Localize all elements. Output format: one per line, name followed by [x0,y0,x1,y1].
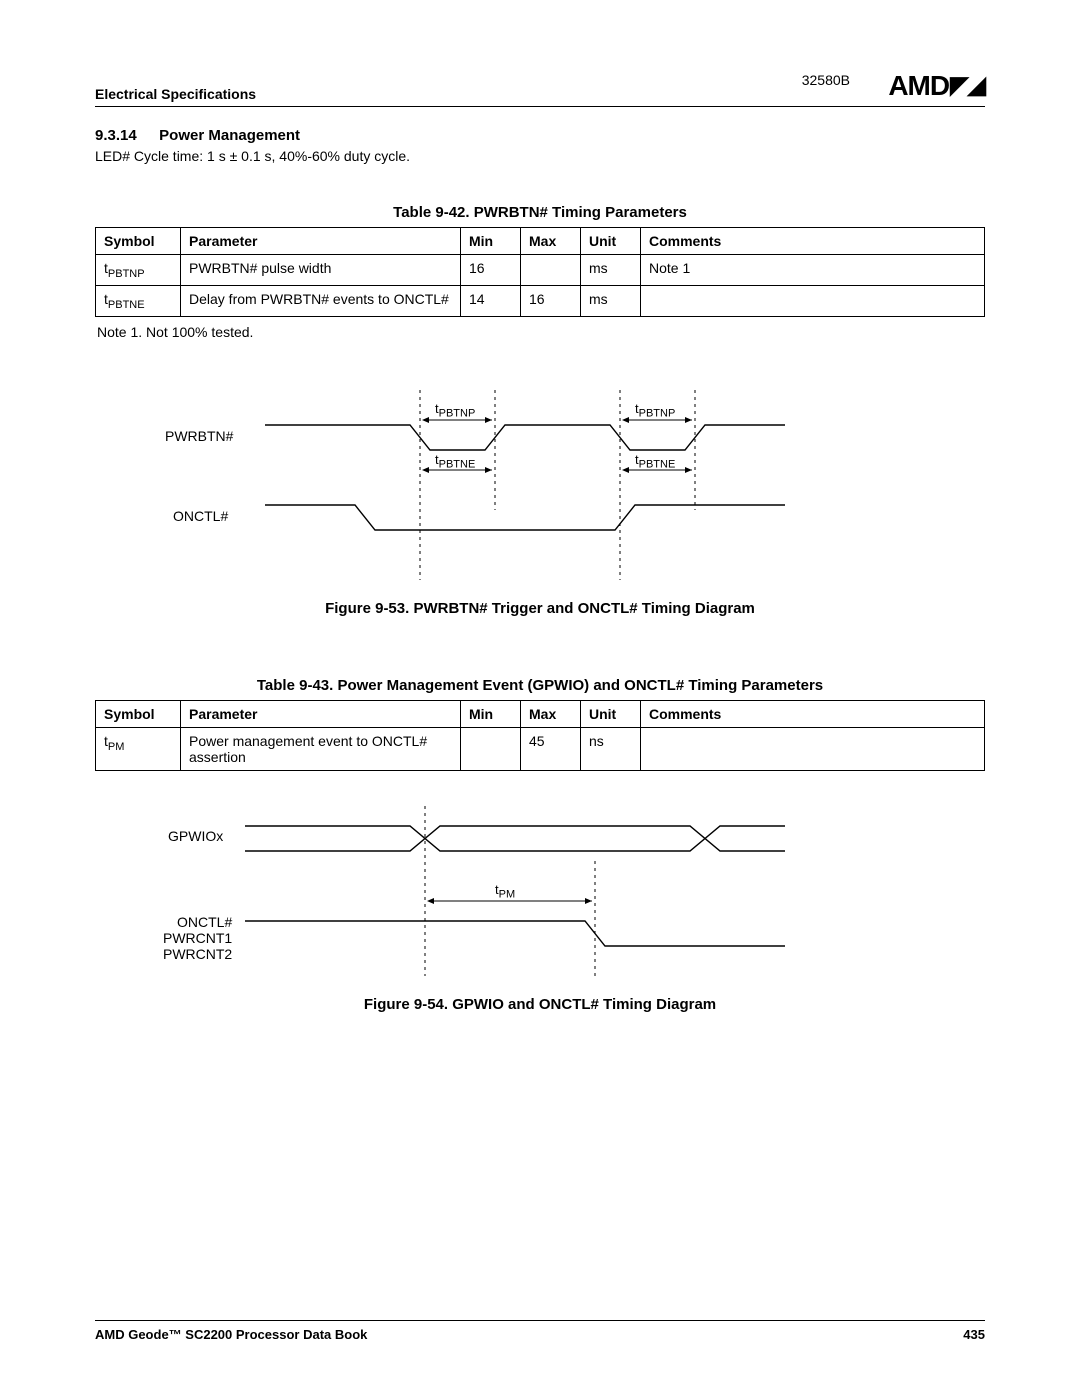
signal-label-onctl: ONCTL# [173,508,228,524]
footer-page-number: 435 [963,1327,985,1342]
th-symbol: Symbol [96,700,181,727]
th-min: Min [461,700,521,727]
page-footer: AMD Geode™ SC2200 Processor Data Book 43… [95,1320,985,1342]
table1-row: tPBTNP PWRBTN# pulse width 16 ms Note 1 [96,255,985,286]
label-tpbtne-2: tPBTNE [635,452,675,471]
th-parameter: Parameter [181,228,461,255]
signal-label-onctl-group: ONCTL# PWRCNT1 PWRCNT2 [163,914,232,962]
figure1-diagram: PWRBTN# ONCTL# tPBTNP tPBTNP tPBTNE tPBT… [135,390,945,590]
header-section-title: Electrical Specifications [95,86,256,102]
amd-arrow-icon: ◤◢ [950,71,985,100]
cell-parameter: PWRBTN# pulse width [181,255,461,286]
amd-logo: AMD◤◢ [888,70,985,102]
cell-comments: Note 1 [641,255,985,286]
cell-unit: ns [581,727,641,770]
label-tpbtnp-1: tPBTNP [435,401,475,420]
table2-row: tPM Power management event to ONCTL# ass… [96,727,985,770]
th-comments: Comments [641,228,985,255]
cell-min: 14 [461,285,521,316]
table1-caption: Table 9-42. PWRBTN# Timing Parameters [95,204,985,221]
cell-max: 45 [521,727,581,770]
cell-comments [641,285,985,316]
label-tpbtnp-2: tPBTNP [635,401,675,420]
cell-parameter: Delay from PWRBTN# events to ONCTL# [181,285,461,316]
cell-symbol: tPBTNP [96,255,181,286]
cell-unit: ms [581,255,641,286]
section-number: 9.3.14 [95,127,137,144]
table1-row: tPBTNE Delay from PWRBTN# events to ONCT… [96,285,985,316]
footer-book-title: AMD Geode™ SC2200 Processor Data Book [95,1327,367,1342]
th-max: Max [521,228,581,255]
timing-diagram2-svg [135,806,935,986]
th-max: Max [521,700,581,727]
figure1-caption: Figure 9-53. PWRBTN# Trigger and ONCTL# … [95,600,985,617]
cell-comments [641,727,985,770]
table2: Symbol Parameter Min Max Unit Comments t… [95,700,985,771]
label-tpbtne-1: tPBTNE [435,452,475,471]
th-parameter: Parameter [181,700,461,727]
cell-unit: ms [581,285,641,316]
cell-parameter: Power management event to ONCTL# asserti… [181,727,461,770]
cell-min: 16 [461,255,521,286]
th-min: Min [461,228,521,255]
figure2-caption: Figure 9-54. GPWIO and ONCTL# Timing Dia… [95,996,985,1013]
table2-header-row: Symbol Parameter Min Max Unit Comments [96,700,985,727]
cell-symbol: tPBTNE [96,285,181,316]
table1-header-row: Symbol Parameter Min Max Unit Comments [96,228,985,255]
logo-text: AMD [888,70,949,102]
table2-caption: Table 9-43. Power Management Event (GPWI… [95,677,985,694]
th-symbol: Symbol [96,228,181,255]
signal-label-gpwiox: GPWIOx [168,828,223,844]
cell-min [461,727,521,770]
cell-max [521,255,581,286]
table1-note: Note 1. Not 100% tested. [97,324,985,340]
section-title: Power Management [159,127,300,144]
signal-label-pwrbtn: PWRBTN# [165,428,233,444]
led-cycle-line: LED# Cycle time: 1 s ± 0.1 s, 40%-60% du… [95,148,985,164]
cell-symbol: tPM [96,727,181,770]
section-heading: 9.3.14 Power Management [95,127,985,145]
table1: Symbol Parameter Min Max Unit Comments t… [95,227,985,317]
figure2-diagram: GPWIOx ONCTL# PWRCNT1 PWRCNT2 tPM [135,806,945,986]
page-header: Electrical Specifications 32580B AMD◤◢ [95,70,985,107]
cell-max: 16 [521,285,581,316]
th-unit: Unit [581,228,641,255]
label-tpm: tPM [495,882,515,901]
th-comments: Comments [641,700,985,727]
header-doc-number: 32580B [802,72,850,88]
th-unit: Unit [581,700,641,727]
timing-diagram-svg [135,390,935,590]
